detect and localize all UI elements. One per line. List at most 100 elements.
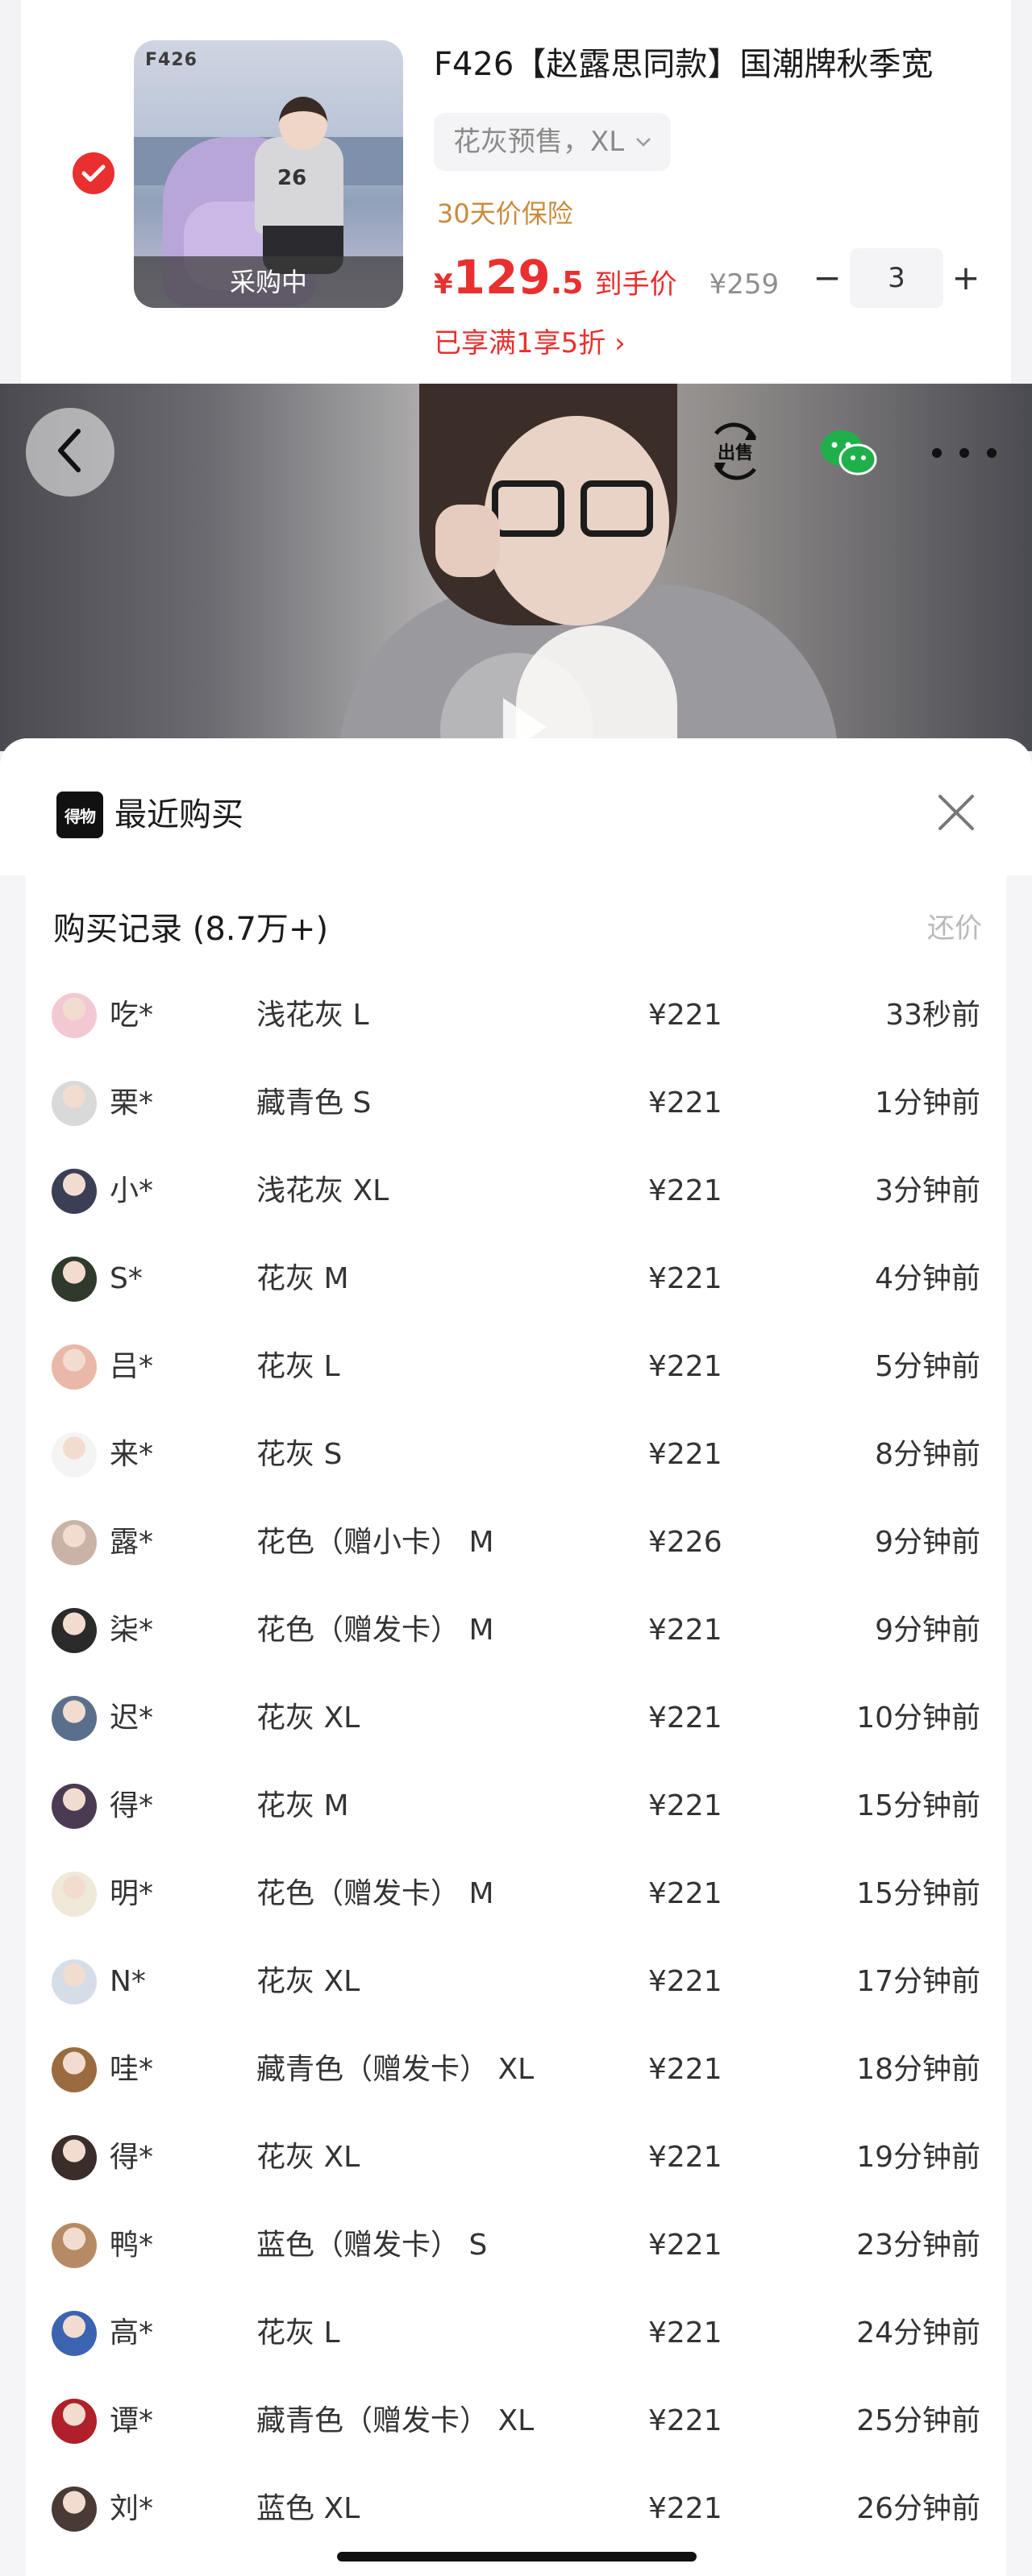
purchased-spec: 藏青色（赠发卡） XL: [256, 2053, 535, 2086]
buyer-name: 栗*: [110, 1086, 154, 1120]
buyer-name: 鸭*: [110, 2229, 154, 2262]
price-protection-label: 30天价保险: [437, 198, 573, 229]
buyer-name: 迟*: [110, 1701, 154, 1735]
avatar: [52, 1081, 97, 1126]
recent-purchase-sheet: 得物 最近购买 购买记录 (8.7万+) 还价 吃* 浅花灰 L ¥221 33秒前栗…: [0, 738, 1032, 2576]
product-video[interactable]: 出售: [0, 384, 1032, 751]
sell-icon[interactable]: 出售: [706, 422, 764, 480]
purchased-price: ¥221: [648, 1701, 722, 1735]
dot: [932, 448, 942, 458]
table-row: 得* 花灰 XL ¥221 19分钟前: [26, 2114, 1006, 2202]
buyer-name: S*: [110, 1262, 143, 1295]
buyer-name: 小*: [110, 1174, 154, 1207]
table-row: S* 花灰 M ¥221 4分钟前: [26, 1236, 1006, 1323]
purchase-time: 10分钟前: [856, 1701, 980, 1735]
avatar: [52, 2487, 97, 2532]
purchased-spec: 藏青色（赠发卡） XL: [256, 2404, 535, 2437]
thumb-number: 26: [277, 166, 307, 190]
product-thumbnail[interactable]: F426 26 采购中: [134, 40, 403, 308]
decrease-button[interactable]: −: [805, 248, 850, 308]
table-row: 来* 花灰 S ¥221 8分钟前: [26, 1411, 1006, 1499]
avatar: [52, 1959, 97, 2005]
spec-selector[interactable]: 花灰预售，XL: [434, 113, 672, 171]
dot: [987, 448, 997, 458]
purchased-price: ¥221: [648, 1614, 722, 1647]
thumb-model-head: [279, 97, 327, 150]
buyer-name: 高*: [110, 2316, 154, 2350]
avatar: [52, 1169, 97, 1214]
purchased-spec: 花色（赠小卡） M: [256, 1526, 494, 1559]
original-price: ¥259: [709, 268, 780, 301]
price-row: ¥ 129 .5 到手价 ¥259: [434, 250, 779, 306]
purchase-time: 3分钟前: [875, 1174, 980, 1207]
avatar: [52, 1872, 97, 1917]
table-row: 迟* 花灰 XL ¥221 10分钟前: [26, 1675, 1006, 1763]
purchase-time: 15分钟前: [856, 1789, 980, 1822]
table-row: 明* 花色（赠发卡） M ¥221 15分钟前: [26, 1851, 1006, 1938]
purchase-time: 4分钟前: [875, 1262, 980, 1295]
purchased-spec: 花灰 M: [256, 1789, 349, 1822]
purchased-spec: 花灰 M: [256, 1262, 349, 1295]
promo-discount-link[interactable]: 已享满1享5折 ›: [434, 321, 626, 360]
purchased-spec: 花灰 L: [256, 2316, 340, 2350]
purchased-price: ¥221: [648, 1174, 722, 1207]
quantity-value[interactable]: 3: [850, 248, 943, 308]
avatar: [52, 1432, 97, 1477]
avatar: [52, 2135, 97, 2180]
avatar: [52, 1257, 97, 1302]
purchased-spec: 花色（赠发卡） M: [256, 1877, 494, 1910]
home-indicator[interactable]: [337, 2552, 697, 2561]
thumb-brand: F426: [145, 50, 198, 70]
purchase-time: 18分钟前: [856, 2053, 980, 2086]
avatar: [52, 1344, 97, 1390]
bargain-button[interactable]: 还价: [927, 906, 982, 945]
sheet-header: 得物 最近购买: [0, 738, 1032, 875]
purchased-price: ¥221: [648, 2316, 722, 2350]
purchased-spec: 蓝色 XL: [256, 2492, 360, 2525]
avatar: [52, 1520, 97, 1565]
cart-item-card[interactable]: F426 26 采购中 F426【赵露思同款】国潮牌秋季宽 花灰预售，XL 30…: [21, 0, 1011, 384]
increase-button[interactable]: +: [943, 248, 988, 308]
records-title: 购买记录 (8.7万+): [53, 911, 329, 948]
purchased-price: ¥226: [648, 1526, 722, 1559]
purchased-spec: 花灰 S: [256, 1438, 343, 1471]
more-dots-icon[interactable]: [932, 448, 997, 461]
table-row: 谭* 藏青色（赠发卡） XL ¥221 25分钟前: [26, 2378, 1006, 2466]
purchase-time: 19分钟前: [856, 2141, 980, 2174]
avatar: [52, 1608, 97, 1653]
purchased-price: ¥221: [648, 1789, 722, 1822]
table-row: 吕* 花灰 L ¥221 5分钟前: [26, 1323, 1006, 1411]
purchase-time: 5分钟前: [875, 1350, 980, 1383]
table-row: 得* 花灰 M ¥221 15分钟前: [26, 1763, 1006, 1851]
buyer-name: 吃*: [110, 999, 154, 1032]
buyer-name: 明*: [110, 1877, 154, 1910]
avatar: [52, 2223, 97, 2268]
table-row: 刘* 蓝色 XL ¥221 26分钟前: [26, 2466, 1006, 2553]
price-currency: ¥: [434, 268, 453, 301]
close-icon[interactable]: [935, 791, 977, 833]
purchase-time: 25分钟前: [856, 2404, 980, 2437]
purchased-price: ¥221: [648, 2229, 722, 2262]
cart-section: F426 26 采购中 F426【赵露思同款】国潮牌秋季宽 花灰预售，XL 30…: [0, 0, 1032, 384]
purchased-spec: 花灰 XL: [256, 2141, 360, 2174]
buyer-name: 得*: [110, 2141, 154, 2174]
purchase-records: 购买记录 (8.7万+) 还价 吃* 浅花灰 L ¥221 33秒前 栗* 藏青色 S ¥2…: [26, 875, 1006, 2576]
back-button[interactable]: [26, 408, 114, 497]
price-integer: 129: [452, 250, 551, 305]
purchasing-status: 采购中: [134, 256, 403, 308]
avatar: [52, 2399, 97, 2444]
check-icon[interactable]: [73, 152, 114, 194]
purchase-time: 9分钟前: [875, 1614, 980, 1647]
product-title[interactable]: F426【赵露思同款】国潮牌秋季宽: [434, 40, 1022, 89]
purchased-spec: 藏青色 S: [256, 1086, 372, 1120]
purchased-price: ¥221: [648, 2404, 722, 2437]
wechat-icon[interactable]: [816, 421, 880, 485]
table-row: 小* 浅花灰 XL ¥221 3分钟前: [26, 1148, 1006, 1236]
purchased-spec: 花灰 XL: [256, 1701, 360, 1735]
purchased-price: ¥221: [648, 1438, 722, 1471]
purchased-price: ¥221: [648, 999, 722, 1032]
avatar: [52, 2047, 97, 2092]
purchased-price: ¥221: [648, 1877, 722, 1910]
price-decimal: .5: [550, 265, 584, 301]
purchased-spec: 浅花灰 L: [256, 999, 369, 1032]
